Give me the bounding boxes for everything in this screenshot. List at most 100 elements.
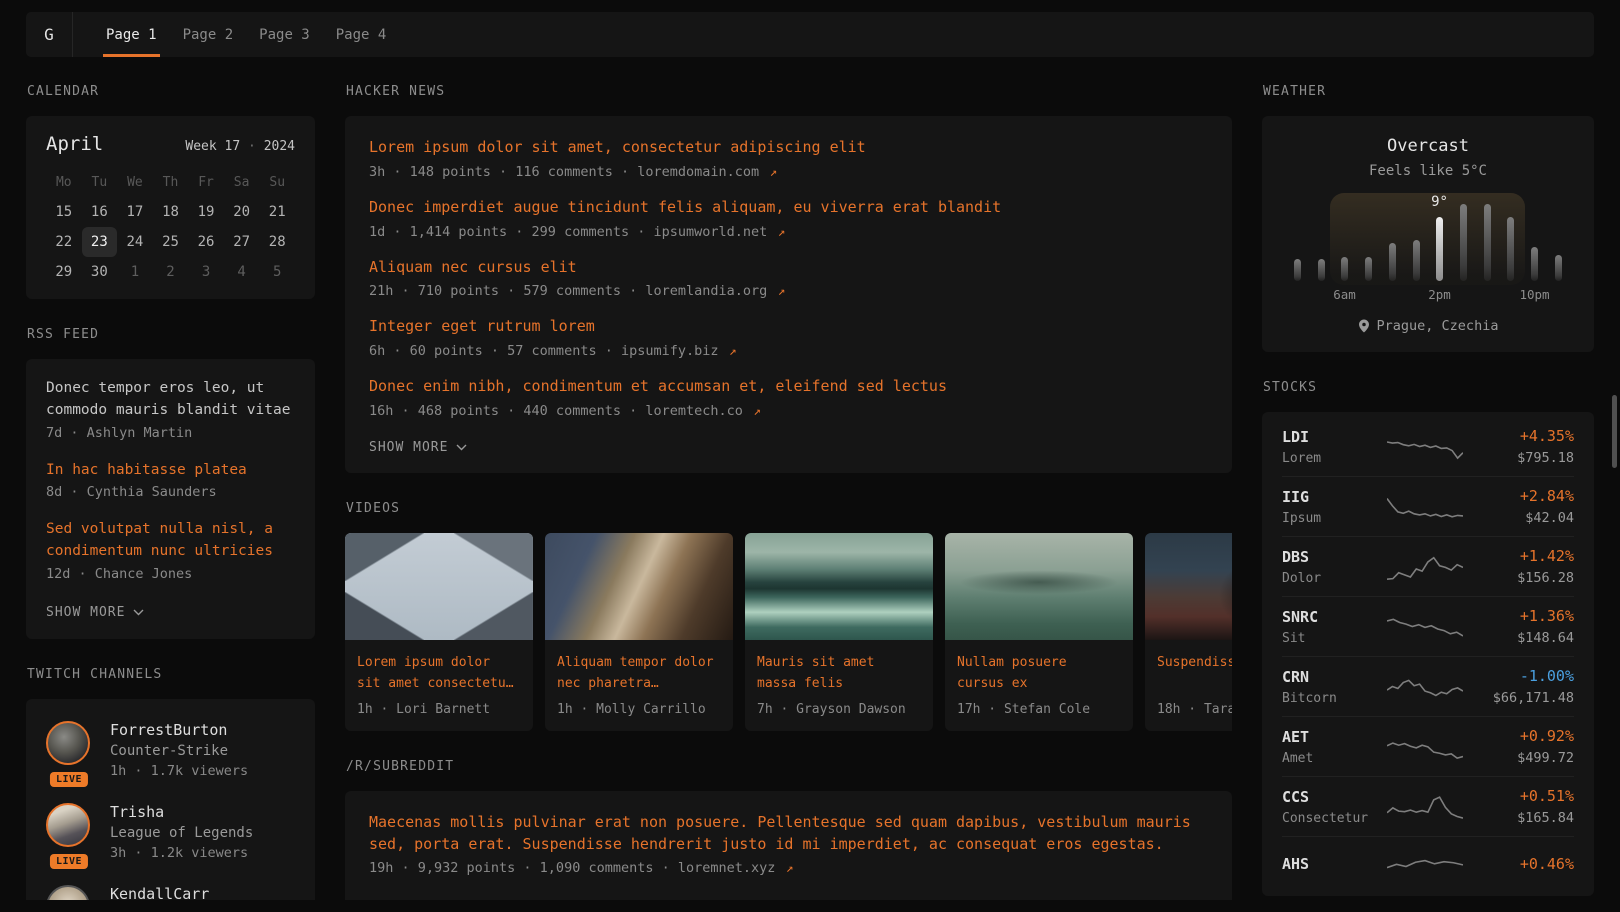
hacker-news-show-more-button[interactable]: SHOW MORE: [369, 440, 467, 455]
video-title: Nullam posuere cursus ex: [957, 653, 1121, 695]
stock-change: +2.84%: [1472, 487, 1574, 505]
weather-condition: Overcast: [1280, 136, 1576, 156]
nav-tab-1[interactable]: Page 1: [93, 12, 170, 57]
weather-bar-current: [1436, 217, 1443, 281]
rss-show-more-button[interactable]: SHOW MORE: [46, 605, 144, 620]
avatar: [46, 885, 90, 900]
rss-item-title[interactable]: Sed volutpat nulla nisl, a condimentum n…: [46, 519, 295, 563]
stock-sparkline: [1378, 670, 1472, 704]
stock-row: CCSConsectetur+0.51%$165.84: [1282, 777, 1574, 837]
video-card[interactable]: Lorem ipsum dolor sit amet consectetu… 1h…: [345, 533, 533, 731]
twitch-channel-row[interactable]: KendallCarr: [46, 885, 295, 900]
rss-section: RSS FEED Donec tempor eros leo, ut commo…: [26, 327, 315, 639]
stock-change: +1.42%: [1472, 547, 1574, 565]
calendar-day: 16: [82, 197, 118, 227]
weather-hourly-chart: 9°: [1294, 195, 1562, 281]
video-card[interactable]: Suspendisse diam18h · Tara: [1145, 533, 1232, 731]
story-title[interactable]: Donec imperdiet augue tincidunt felis al…: [369, 197, 1208, 219]
stock-name: Consectetur: [1282, 811, 1378, 826]
video-card[interactable]: Nullam posuere cursus ex 17h · Stefan Col…: [945, 533, 1133, 731]
story-title[interactable]: Maecenas mollis pulvinar erat non posuer…: [369, 812, 1208, 856]
section-title-weather: WEATHER: [1263, 84, 1594, 99]
story-domain: loremdomain.com: [637, 164, 759, 180]
weather-hour-label: 2pm: [1428, 287, 1451, 302]
twitch-channel-list: LIVEForrestBurtonCounter-Strike1h · 1.7k…: [46, 721, 295, 900]
scrollbar-thumb[interactable]: [1612, 395, 1617, 468]
stock-sparkline: [1378, 490, 1472, 524]
stock-sparkline: [1378, 730, 1472, 764]
video-thumbnail: [745, 533, 933, 640]
stock-price: $795.18: [1472, 450, 1574, 466]
rss-item: Donec tempor eros leo, ut commodo mauris…: [46, 378, 295, 441]
twitch-channel-row[interactable]: LIVEForrestBurtonCounter-Strike1h · 1.7k…: [46, 721, 295, 779]
stock-price: $42.04: [1472, 510, 1574, 526]
hacker-news-story-list: Lorem ipsum dolor sit amet, consectetur …: [369, 137, 1208, 419]
twitch-avatar: LIVE: [46, 721, 92, 779]
story-meta: 6h · 60 points · 57 comments · ipsumify.…: [369, 343, 1208, 359]
avatar: [46, 803, 90, 847]
stock-id: CRNBitcorn: [1282, 668, 1378, 706]
stock-name: Dolor: [1282, 571, 1378, 586]
video-meta: 1h · Molly Carrillo: [557, 702, 721, 717]
stock-quote: +1.42%$156.28: [1472, 547, 1574, 586]
twitch-channel-info: TrishaLeague of Legends3h · 1.2k viewers: [110, 803, 253, 861]
story-meta: 3h · 148 points · 116 comments · loremdo…: [369, 164, 1208, 180]
stock-quote: +4.35% $795.18: [1472, 427, 1574, 466]
twitch-channel-game: Counter-Strike: [110, 743, 248, 759]
stock-id: AHS: [1282, 855, 1378, 873]
rss-item: In hac habitasse platea8d · Cynthia Saun…: [46, 460, 295, 501]
stock-change: +0.92%: [1472, 727, 1574, 745]
stock-row: LDILorem +4.35% $795.18: [1282, 417, 1574, 477]
calendar-day: 30: [82, 257, 118, 287]
middle-column: HACKER NEWS Lorem ipsum dolor sit amet, …: [345, 84, 1232, 900]
dashboard-content: CALENDAR April Week 17 · 2024 MoTuWeThFr…: [0, 84, 1620, 900]
story-domain: ipsumify.biz: [621, 343, 719, 359]
twitch-channel-info: KendallCarr: [110, 885, 209, 900]
stock-id: LDILorem: [1282, 428, 1378, 466]
video-meta: 1h · Lori Barnett: [357, 702, 521, 717]
external-link-icon: ↗: [746, 403, 761, 418]
live-badge: LIVE: [50, 772, 88, 787]
video-thumbnail: [345, 533, 533, 640]
stock-price: $165.84: [1472, 810, 1574, 826]
right-column: WEATHER Overcast Feels like 5°C 9° 6am2p…: [1262, 84, 1594, 900]
rss-item: Sed volutpat nulla nisl, a condimentum n…: [46, 519, 295, 582]
stock-change: +4.35%: [1472, 427, 1574, 445]
twitch-channel-row[interactable]: LIVETrishaLeague of Legends3h · 1.2k vie…: [46, 803, 295, 861]
rss-item-title[interactable]: Donec tempor eros leo, ut commodo mauris…: [46, 378, 295, 422]
weather-feels-like: Feels like 5°C: [1280, 163, 1576, 179]
nav-tab-2[interactable]: Page 2: [170, 12, 247, 57]
video-meta: 17h · Stefan Cole: [957, 702, 1121, 717]
video-title: Lorem ipsum dolor sit amet consectetu…: [357, 653, 521, 695]
story-title[interactable]: Integer eget rutrum lorem: [369, 316, 1208, 338]
story-title[interactable]: Donec enim nibh, condimentum et accumsan…: [369, 376, 1208, 398]
video-card[interactable]: Aliquam tempor dolor nec pharetra…1h · M…: [545, 533, 733, 731]
section-title-calendar: CALENDAR: [27, 84, 315, 99]
rss-widget: Donec tempor eros leo, ut commodo mauris…: [26, 359, 315, 639]
weather-bar: [1318, 259, 1325, 281]
twitch-channel-name: ForrestBurton: [110, 721, 248, 739]
rss-item-title[interactable]: In hac habitasse platea: [46, 460, 295, 482]
videos-section: VIDEOS Lorem ipsum dolor sit amet consec…: [345, 501, 1232, 731]
weather-bar: [1413, 240, 1420, 281]
nav-tab-3[interactable]: Page 3: [246, 12, 323, 57]
story-title[interactable]: Lorem ipsum dolor sit amet, consectetur …: [369, 137, 1208, 159]
calendar-day: 26: [188, 227, 224, 257]
video-card[interactable]: Mauris sit amet massa felis7h · Grayson …: [745, 533, 933, 731]
stock-price: $499.72: [1472, 750, 1574, 766]
nav-tab-4[interactable]: Page 4: [323, 12, 400, 57]
story-title[interactable]: Aliquam nec cursus elit: [369, 257, 1208, 279]
calendar-day: 29: [46, 257, 82, 287]
weather-hour-label: 10pm: [1519, 287, 1549, 302]
calendar-day-name: Sa: [224, 168, 260, 197]
story-meta: 16h · 468 points · 440 comments · loremt…: [369, 403, 1208, 419]
weather-location: Prague, Czechia: [1280, 318, 1576, 334]
twitch-widget: LIVEForrestBurtonCounter-Strike1h · 1.7k…: [26, 699, 315, 900]
app-logo[interactable]: G: [26, 12, 73, 57]
story-domain: ipsumworld.net: [653, 224, 767, 240]
calendar-day: 19: [188, 197, 224, 227]
weather-bar: [1365, 257, 1372, 281]
calendar-day: 18: [153, 197, 189, 227]
weather-bar: [1555, 255, 1562, 281]
stock-row: AHS+0.46%: [1282, 837, 1574, 891]
